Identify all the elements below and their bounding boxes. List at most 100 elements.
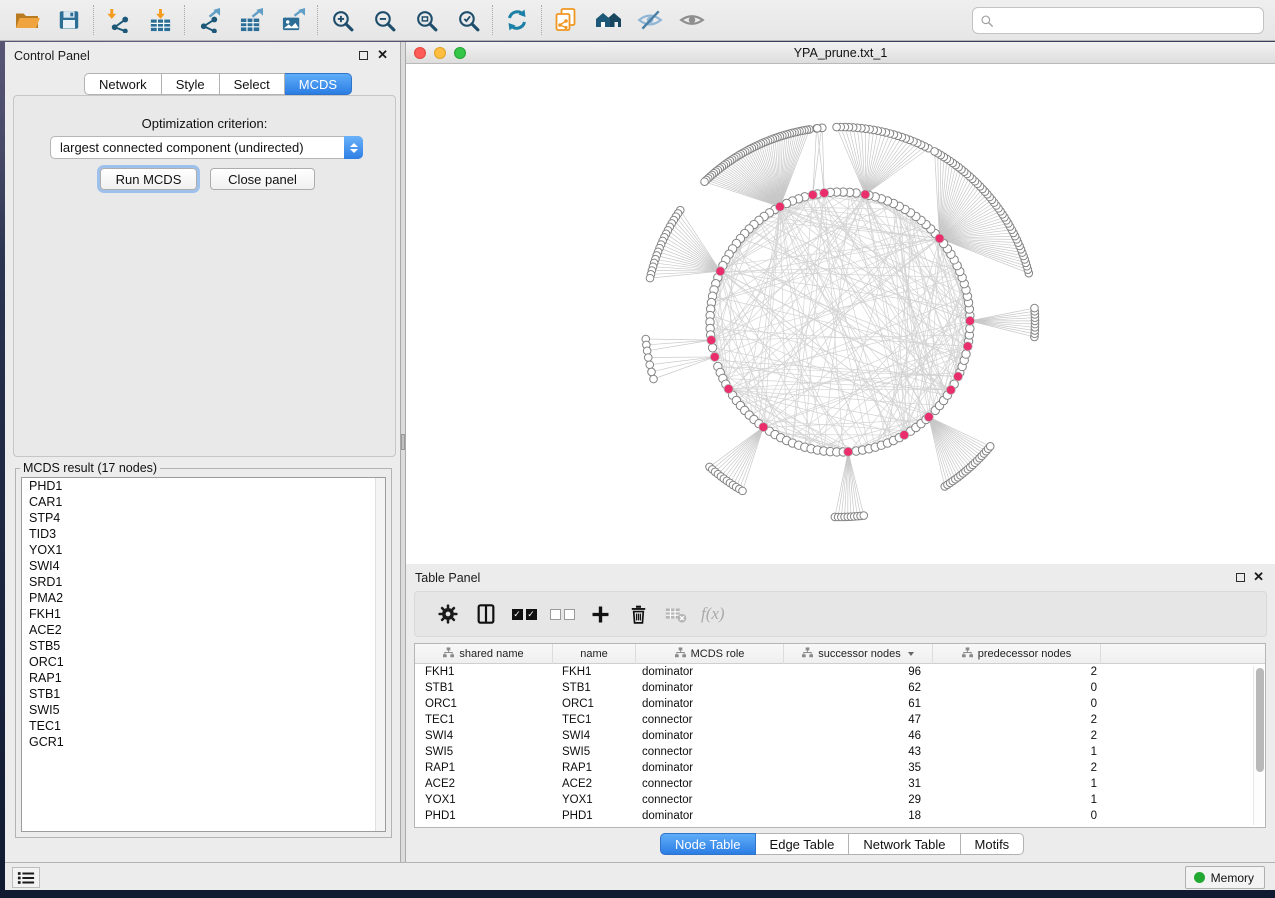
- zoom-selected-button[interactable]: [447, 2, 489, 38]
- network-window-title: YPA_prune.txt_1: [406, 46, 1275, 60]
- cell-MCDS-role: dominator: [636, 664, 784, 680]
- network-window-titlebar: YPA_prune.txt_1: [406, 42, 1275, 64]
- memory-button[interactable]: Memory: [1185, 866, 1265, 889]
- close-panel-button[interactable]: Close panel: [210, 168, 315, 190]
- cell-shared-name: ORC1: [415, 696, 553, 712]
- table-row[interactable]: SWI4SWI4dominator462: [415, 728, 1265, 744]
- tab-motifs[interactable]: Motifs: [961, 833, 1025, 855]
- run-mcds-button[interactable]: Run MCDS: [100, 168, 197, 190]
- cell-name: TEC1: [553, 712, 636, 728]
- mcds-result-list: PHD1CAR1STP4TID3YOX1SWI4SRD1PMA2FKH1ACE2…: [21, 477, 386, 832]
- duplicate-network-button[interactable]: [545, 2, 587, 38]
- mcds-result-item[interactable]: YOX1: [22, 542, 385, 558]
- cell-predecessor-nodes: 0: [933, 808, 1101, 824]
- table-row[interactable]: TEC1TEC1connector472: [415, 712, 1265, 728]
- table-row[interactable]: ACE2ACE2connector311: [415, 776, 1265, 792]
- table-row[interactable]: FKH1FKH1dominator962: [415, 664, 1265, 680]
- tab-network[interactable]: Network: [84, 73, 162, 95]
- mcds-result-item[interactable]: STB1: [22, 686, 385, 702]
- tab-style[interactable]: Style: [162, 73, 220, 95]
- table-row[interactable]: PHD1PHD1dominator180: [415, 808, 1265, 824]
- table-row[interactable]: SWI5SWI5connector431: [415, 744, 1265, 760]
- column-header-successor-nodes[interactable]: successor nodes: [784, 644, 933, 664]
- import-network-button[interactable]: [97, 2, 139, 38]
- zoom-in-button[interactable]: [321, 2, 363, 38]
- table-row[interactable]: YOX1YOX1connector291: [415, 792, 1265, 808]
- network-canvas[interactable]: [406, 64, 1275, 564]
- refresh-button[interactable]: [496, 2, 538, 38]
- cell-successor-nodes: 61: [784, 696, 933, 712]
- mcds-result-item[interactable]: SWI5: [22, 702, 385, 718]
- mcds-result-item[interactable]: PHD1: [22, 478, 385, 494]
- mcds-result-item[interactable]: RAP1: [22, 670, 385, 686]
- mcds-list-scrollbar[interactable]: [375, 478, 385, 831]
- cell-shared-name: STB1: [415, 680, 553, 696]
- delete-table-icon: [664, 602, 688, 626]
- close-panel-icon[interactable]: ✕: [1253, 569, 1264, 585]
- table-row[interactable]: ORC1ORC1dominator610: [415, 696, 1265, 712]
- column-header-shared-name[interactable]: shared name: [415, 644, 553, 664]
- float-panel-icon[interactable]: [1236, 573, 1245, 582]
- mcds-result-item[interactable]: CAR1: [22, 494, 385, 510]
- control-panel: Control Panel ✕ NetworkStyleSelectMCDS O…: [5, 42, 401, 862]
- cell-successor-nodes: 96: [784, 664, 933, 680]
- export-image-button[interactable]: [272, 2, 314, 38]
- table-scrollbar-thumb[interactable]: [1256, 668, 1264, 772]
- mcds-result-item[interactable]: STP4: [22, 510, 385, 526]
- column-header-predecessor-nodes[interactable]: predecessor nodes: [933, 644, 1101, 664]
- hide-selected-button[interactable]: [629, 2, 671, 38]
- close-panel-icon[interactable]: ✕: [377, 47, 388, 63]
- export-table-button[interactable]: [230, 2, 272, 38]
- add-row-button[interactable]: [581, 595, 619, 633]
- mcds-result-item[interactable]: ORC1: [22, 654, 385, 670]
- mcds-result-item[interactable]: ACE2: [22, 622, 385, 638]
- tab-edge-table[interactable]: Edge Table: [756, 833, 850, 855]
- table-panel: Table Panel ✕ ✓✓: [406, 564, 1275, 862]
- select-all-button[interactable]: ✓✓: [505, 595, 543, 633]
- cell-name: FKH1: [553, 664, 636, 680]
- tab-select[interactable]: Select: [220, 73, 285, 95]
- optimization-criterion-select[interactable]: largest connected component (undirected): [50, 136, 363, 159]
- deselect-all-button[interactable]: [543, 595, 581, 633]
- mcds-result-item[interactable]: STB5: [22, 638, 385, 654]
- tab-node-table[interactable]: Node Table: [660, 833, 756, 855]
- table-type-tabs: Node TableEdge TableNetwork TableMotifs: [660, 833, 1024, 855]
- zoom-out-button[interactable]: [363, 2, 405, 38]
- tab-mcds[interactable]: MCDS: [285, 73, 352, 95]
- table-scrollbar[interactable]: [1253, 666, 1264, 825]
- memory-label: Memory: [1211, 871, 1254, 885]
- network-graph: [406, 64, 1275, 564]
- mcds-result-item[interactable]: TEC1: [22, 718, 385, 734]
- mcds-result-item[interactable]: SRD1: [22, 574, 385, 590]
- mcds-result-item[interactable]: PMA2: [22, 590, 385, 606]
- mcds-result-item[interactable]: GCR1: [22, 734, 385, 750]
- float-panel-icon[interactable]: [359, 51, 368, 60]
- cell-shared-name: ACE2: [415, 776, 553, 792]
- save-button[interactable]: [48, 2, 90, 38]
- search-input[interactable]: [998, 10, 1263, 32]
- mcds-result-item[interactable]: SWI4: [22, 558, 385, 574]
- import-table-button[interactable]: [139, 2, 181, 38]
- export-network-button[interactable]: [188, 2, 230, 38]
- table-row[interactable]: RAP1RAP1dominator352: [415, 760, 1265, 776]
- column-header-MCDS-role[interactable]: MCDS role: [636, 644, 784, 664]
- export-network-icon: [197, 8, 222, 33]
- table-options-button[interactable]: [429, 595, 467, 633]
- zoom-fit-button[interactable]: [405, 2, 447, 38]
- table-row[interactable]: STB1STB1dominator620: [415, 680, 1265, 696]
- column-header-name[interactable]: name: [553, 644, 636, 664]
- delete-rows-button[interactable]: [619, 595, 657, 633]
- first-neighbors-button[interactable]: [587, 2, 629, 38]
- checked-boxes-icon: ✓✓: [512, 609, 537, 620]
- mcds-result-item[interactable]: TID3: [22, 526, 385, 542]
- show-columns-button[interactable]: [467, 595, 505, 633]
- task-history-button[interactable]: [12, 867, 40, 888]
- status-bar: Memory: [5, 862, 1275, 890]
- show-all-button[interactable]: [671, 2, 713, 38]
- column-label: name: [580, 648, 608, 660]
- open-button[interactable]: [6, 2, 48, 38]
- unchecked-boxes-icon: [550, 609, 575, 620]
- tab-network-table[interactable]: Network Table: [849, 833, 960, 855]
- splitter-grip[interactable]: [401, 434, 405, 450]
- mcds-result-item[interactable]: FKH1: [22, 606, 385, 622]
